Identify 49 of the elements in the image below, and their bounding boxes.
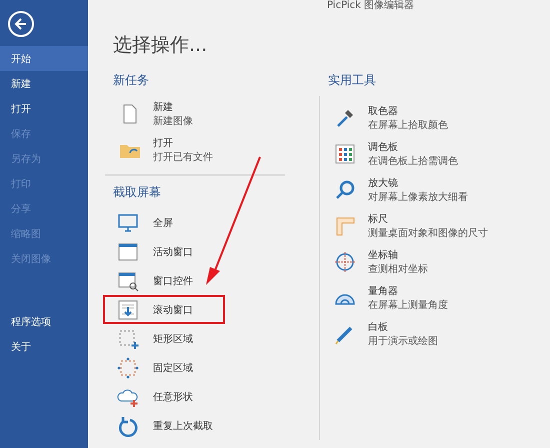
sidebar-item[interactable]: 程序选项 [0,309,88,334]
item-title[interactable]: 新建 [153,100,193,114]
capture-option[interactable]: 窗口控件 [103,266,225,295]
section-title: 实用工具 [328,72,377,89]
app-title: PicPick 图像编辑器 [327,0,416,12]
item-title[interactable]: 白板 [368,320,438,334]
palette-grid-icon [334,143,356,165]
item-description: 在屏幕上测量角度 [368,298,448,312]
ruler-icon [334,215,356,237]
item-description: 在屏幕上拾取颜色 [368,118,448,132]
item-title[interactable]: 打开 [153,136,213,150]
sidebar-item[interactable]: 打开 [0,96,88,121]
item-title[interactable]: 调色板 [368,140,458,154]
rectangle-select-icon [117,328,139,350]
window-icon [117,240,139,262]
item-title[interactable]: 量角器 [368,284,448,298]
sidebar-item[interactable]: 关于 [0,334,88,359]
item-description: 查测相对坐标 [368,262,428,276]
magnifier-icon [334,179,356,201]
back-arrow-icon [14,17,28,31]
item-description: 新建图像 [153,114,193,128]
item-description: 用于演示或绘图 [368,334,438,348]
capture-option[interactable]: 任意形状 [103,382,225,411]
capture-option[interactable]: 固定区域 [103,353,225,382]
item-title[interactable]: 放大镜 [368,176,468,190]
capture-option[interactable]: 活动窗口 [103,237,225,266]
item-title[interactable]: 标尺 [368,212,488,226]
repeat-arrow-icon [117,414,139,436]
section-title: 截取屏幕 [113,184,162,201]
highlighted-capture-option[interactable]: 滚动窗口 [103,295,225,324]
capture-option[interactable]: 全屏 [103,208,225,237]
item-title[interactable]: 取色器 [368,104,448,118]
capture-option[interactable]: 重复上次截取 [103,411,225,440]
section-title: 新任务 [113,72,150,89]
item-description: 测量桌面对象和图像的尺寸 [368,226,488,240]
page-heading: 选择操作... [113,33,208,58]
capture-option[interactable]: 矩形区域 [103,324,225,353]
scroll-window-icon [117,298,139,320]
fixed-region-icon [117,356,139,378]
window-magnifier-icon [117,270,139,292]
item-description: 打开已有文件 [153,150,213,164]
item-description: 对屏幕上像素放大细看 [368,190,468,204]
sidebar-item[interactable]: 新建 [0,71,88,96]
item-description: 在调色板上拾需调色 [368,154,458,168]
back-button[interactable] [8,11,34,37]
monitor-icon [117,212,139,234]
crosshair-icon [334,251,356,273]
item-title[interactable]: 坐标轴 [368,248,428,262]
sidebar-item[interactable]: 开始 [0,46,88,71]
